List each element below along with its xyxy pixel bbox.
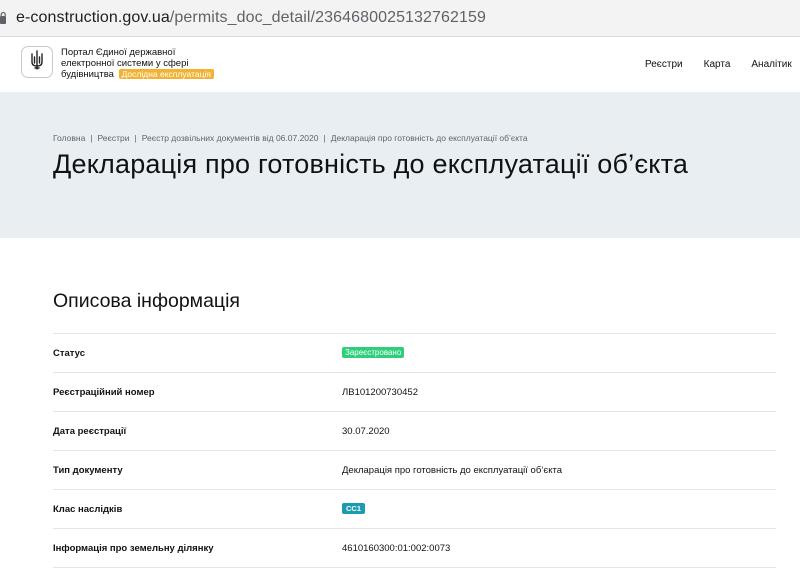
trident-emblem-icon (29, 49, 45, 75)
info-label: Тип документу (53, 465, 123, 476)
lock-icon (0, 11, 8, 25)
site-logo[interactable] (21, 46, 53, 78)
info-label: Інформація про земельну ділянку (53, 543, 214, 554)
breadcrumb-separator: | (134, 133, 137, 143)
breadcrumb-separator: | (90, 133, 93, 143)
info-row-land-plot: Інформація про земельну ділянку 46101603… (53, 529, 776, 568)
main-nav: Реєстри Карта Аналітик (645, 59, 792, 70)
info-value: ЛВ101200730452 (342, 387, 418, 398)
url-text[interactable]: e-construction.gov.ua/permits_doc_detail… (16, 9, 486, 27)
portal-name[interactable]: Портал Єдиної державної електронної сист… (61, 47, 231, 81)
nav-item-analytics[interactable]: Аналітик (751, 59, 791, 70)
breadcrumb: Головна | Реєстри | Реєстр дозвільних докуме… (53, 133, 528, 143)
breadcrumb-permits-registry[interactable]: Реєстр дозвільних документів від 06.07.2… (142, 133, 319, 143)
nav-item-registries[interactable]: Реєстри (645, 59, 683, 70)
status-badge: Зареєстровано (342, 347, 405, 358)
info-row-registration-number: Реєстраційний номер ЛВ101200730452 (53, 373, 776, 412)
beta-badge: Дослідна експлуатація (118, 69, 214, 80)
info-label: Реєстраційний номер (53, 387, 155, 398)
info-table: Статус Зареєстровано Реєстраційний номер… (53, 333, 776, 568)
info-row-consequence-class: Клас наслідків СС1 (53, 490, 776, 529)
info-row-registration-date: Дата реєстрації 30.07.2020 (53, 412, 776, 451)
info-row-status: Статус Зареєстровано (53, 334, 776, 373)
site-header: Портал Єдиної державної електронної сист… (0, 37, 800, 92)
consequence-class-badge: СС1 (342, 503, 366, 514)
info-label: Дата реєстрації (53, 426, 127, 437)
browser-url-bar[interactable]: e-construction.gov.ua/permits_doc_detail… (0, 0, 800, 37)
breadcrumb-registries[interactable]: Реєстри (98, 133, 130, 143)
page-hero: Головна | Реєстри | Реєстр дозвільних докуме… (0, 92, 800, 238)
info-row-document-type: Тип документу Декларація про готовність … (53, 451, 776, 490)
url-host: e-construction.gov.ua (16, 9, 170, 26)
info-label: Статус (53, 348, 86, 359)
info-value: Декларація про готовність до експлуатаці… (342, 465, 563, 476)
info-label: Клас наслідків (53, 504, 123, 515)
breadcrumb-separator: | (323, 133, 326, 143)
nav-item-map[interactable]: Карта (704, 59, 731, 70)
breadcrumb-home[interactable]: Головна (53, 133, 85, 143)
info-value: 30.07.2020 (342, 426, 390, 437)
info-value: 4610160300:01:002:0073 (342, 543, 451, 554)
page-title: Декларація про готовність до експлуатаці… (53, 149, 689, 179)
url-path: /permits_doc_detail/2364680025132762159 (169, 9, 487, 26)
section-title: Описова інформація (53, 290, 240, 312)
breadcrumb-current: Декларація про готовність до експлуатаці… (330, 133, 528, 143)
